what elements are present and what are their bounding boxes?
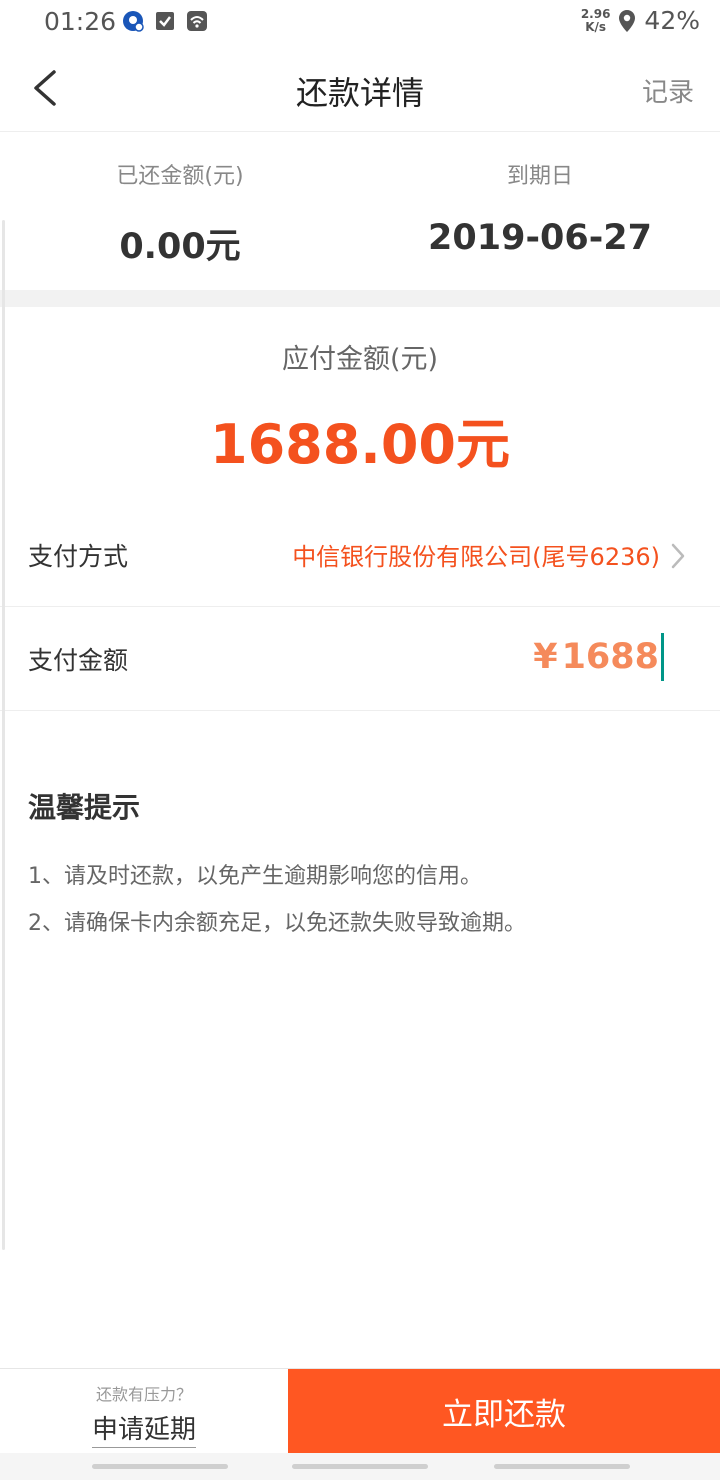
chevron-right-icon[interactable]: [670, 543, 686, 569]
text-caret: [661, 633, 664, 681]
paid-amount-block: 已还金额(元) 0.00元: [0, 132, 360, 269]
gesture-pill-right[interactable]: [494, 1464, 630, 1469]
net-speed: 2.96 K/s: [580, 6, 611, 34]
payment-method-value[interactable]: 中信银行股份有限公司(尾号6236): [292, 537, 660, 572]
status-time: 01:26: [44, 7, 117, 36]
repay-now-button[interactable]: 立即还款: [288, 1369, 720, 1454]
nav-bar: 还款详情 记录: [0, 46, 720, 132]
payment-method-row[interactable]: 支付方式 中信银行股份有限公司(尾号6236): [0, 503, 720, 607]
extend-area: 还款有压力？ 申请延期: [0, 1369, 288, 1454]
gesture-pill-left[interactable]: [92, 1464, 228, 1469]
amount-due-value: 1688.00元: [210, 413, 510, 476]
payment-amount-row: 支付金额 ¥ 1688: [0, 607, 720, 711]
record-link[interactable]: 记录: [642, 72, 694, 109]
paid-amount-value: 0.00元: [119, 227, 241, 267]
payment-amount-value[interactable]: 1688: [562, 637, 659, 677]
due-date-label: 到期日: [506, 164, 573, 189]
gesture-nav-bar: [0, 1453, 720, 1480]
net-speed-unit: K/s: [585, 19, 607, 34]
paid-amount-label: 已还金额(元): [116, 164, 244, 189]
section-divider: [0, 290, 720, 307]
status-icons-left: [122, 10, 208, 32]
status-bar: 01:26 2.96 K/s 42%: [0, 0, 720, 46]
wifi-icon: [187, 11, 207, 31]
battery-level: 42%: [644, 6, 700, 35]
payment-amount-input[interactable]: ¥ 1688: [533, 633, 664, 681]
checkbox-icon: [156, 12, 174, 30]
net-speed-value: 2.96: [580, 6, 611, 21]
repayment-summary: 已还金额(元) 0.00元 到期日 2019-06-27: [0, 132, 720, 290]
page-title: 还款详情: [295, 74, 424, 112]
extend-hint: 还款有压力？: [95, 1385, 192, 1404]
currency-symbol: ¥: [533, 637, 558, 677]
status-icons-right: 2.96 K/s 42%: [581, 6, 700, 35]
due-date-block: 到期日 2019-06-27: [360, 132, 720, 258]
amount-due-label: 应付金额(元): [281, 344, 439, 375]
payment-amount-label: 支付金额: [28, 646, 129, 675]
amount-due-section: 应付金额(元) 1688.00元: [0, 307, 720, 503]
tip-line-1: 1、请及时还款，以免产生逾期影响您的信用。: [28, 864, 482, 889]
tip-line-2: 2、请确保卡内余额充足，以免还款失败导致逾期。: [28, 911, 526, 936]
location-icon: [619, 9, 636, 32]
apply-extension-button[interactable]: 申请延期: [91, 1409, 196, 1448]
tips-title: 温馨提示: [28, 791, 141, 824]
bottom-action-bar: 还款有压力？ 申请延期 立即还款: [0, 1368, 720, 1454]
notification-badge-icon: [123, 11, 144, 32]
gesture-pill-center[interactable]: [292, 1464, 428, 1469]
due-date-value: 2019-06-27: [428, 218, 652, 258]
edge-scroll-indicator: [2, 220, 5, 1250]
payment-method-label: 支付方式: [28, 542, 129, 571]
